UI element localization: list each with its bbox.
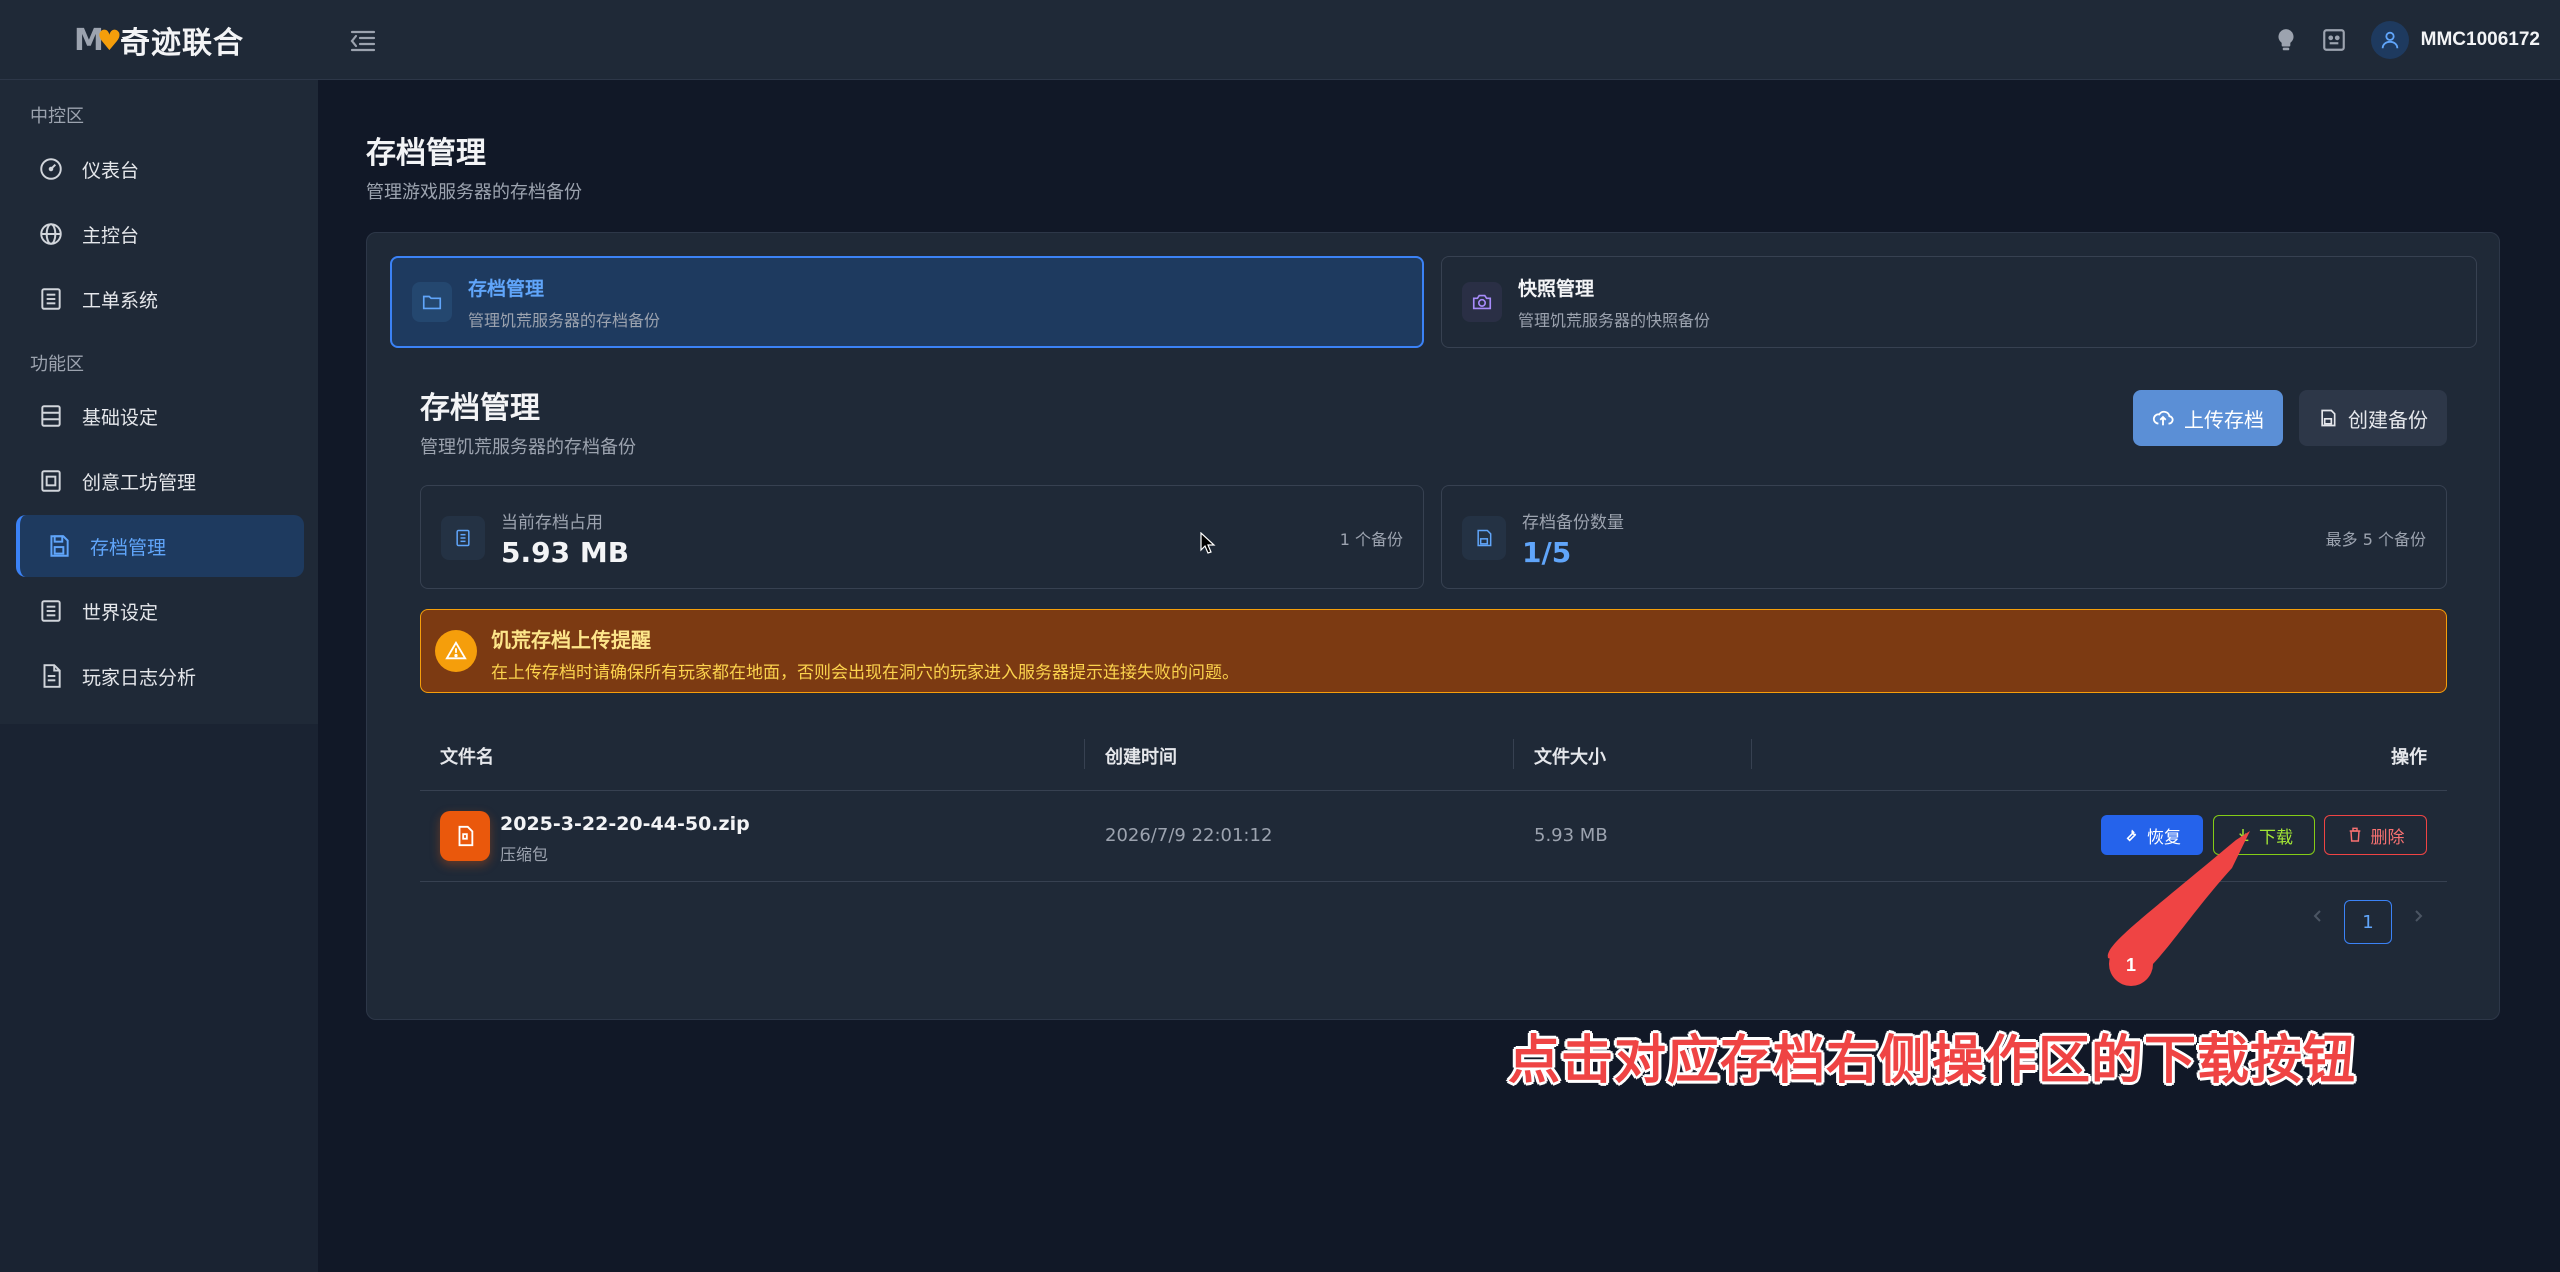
pagination-prev-icon[interactable] <box>2303 901 2333 931</box>
file-name: 2025-3-22-20-44-50.zip <box>500 813 750 835</box>
menu-collapse-icon[interactable] <box>348 26 378 54</box>
count-value: 1/5 <box>1522 536 1572 569</box>
sidebar-item-workshop[interactable]: 创意工坊管理 <box>16 450 304 512</box>
mouse-cursor-icon <box>1200 532 1216 556</box>
trash-icon <box>2347 827 2363 843</box>
restore-button[interactable]: 恢复 <box>2101 815 2203 855</box>
sidebar-item-label: 存档管理 <box>90 536 167 559</box>
sidebar-item-dashboard[interactable]: 仪表台 <box>16 138 304 200</box>
tab-save-management[interactable]: 存档管理 管理饥荒服务器的存档备份 <box>390 256 1424 348</box>
create-backup-button[interactable]: 创建备份 <box>2299 390 2447 446</box>
file-type: 压缩包 <box>500 845 549 864</box>
storage-icon <box>441 516 485 560</box>
download-label: 下载 <box>2259 827 2293 848</box>
annotation-caption: 点击对应存档右侧操作区的下载按钮 <box>1508 1031 2357 1091</box>
tab-description: 管理饥荒服务器的快照备份 <box>1518 310 1711 330</box>
page-subtitle: 管理游戏服务器的存档备份 <box>366 182 582 203</box>
bulb-icon[interactable] <box>2273 27 2299 53</box>
sidebar-item-label: 仪表台 <box>82 159 140 182</box>
column-header-filename[interactable]: 文件名 <box>440 743 494 769</box>
zip-file-icon <box>440 811 490 861</box>
upload-warning-banner: 饥荒存档上传提醒 在上传存档时请确保所有玩家都在地面，否则会出现在洞穴的玩家进入… <box>420 609 2447 693</box>
server-icon <box>38 403 64 429</box>
sidebar-item-label: 创意工坊管理 <box>82 471 197 494</box>
save-icon <box>46 533 72 559</box>
sidebar-section-control: 中控区 <box>30 106 84 127</box>
pagination-page-1[interactable]: 1 <box>2344 900 2392 944</box>
sidebar-item-label: 工单系统 <box>82 289 159 312</box>
tab-description: 管理饥荒服务器的存档备份 <box>468 310 661 330</box>
globe-icon <box>38 221 64 247</box>
storage-label: 当前存档占用 <box>501 513 603 533</box>
sidebar-item-basic-settings[interactable]: 基础设定 <box>16 385 304 447</box>
pagination-next-icon[interactable] <box>2403 901 2433 931</box>
table-divider <box>420 790 2447 791</box>
backup-icon <box>2318 408 2338 428</box>
save-management-card: 存档管理 管理饥荒服务器的存档备份 快照管理 管理饥荒服务器的快照备份 存档管理… <box>366 232 2500 1020</box>
sidebar: 中控区 仪表台 主控台 工单系统 功能区 基础设定 创意工坊管理 存档管理 世界… <box>0 80 318 724</box>
upload-save-label: 上传存档 <box>2184 407 2264 432</box>
save-icon <box>1462 516 1506 560</box>
username[interactable]: MMC1006172 <box>2421 29 2540 51</box>
column-header-size[interactable]: 文件大小 <box>1534 743 1606 769</box>
created-time: 2026/7/9 22:01:12 <box>1105 825 1273 846</box>
avatar[interactable] <box>2370 21 2409 59</box>
logo[interactable]: M ♥ 奇迹联合 <box>0 0 318 80</box>
tab-title: 快照管理 <box>1518 277 1595 300</box>
warning-title: 饥荒存档上传提醒 <box>491 628 651 652</box>
delete-button[interactable]: 删除 <box>2324 815 2427 855</box>
sidebar-item-console[interactable]: 主控台 <box>16 203 304 265</box>
list-icon <box>38 598 64 624</box>
count-label: 存档备份数量 <box>1522 513 1624 533</box>
backup-count-note: 1 个备份 <box>1339 530 1403 549</box>
sidebar-item-tickets[interactable]: 工单系统 <box>16 268 304 330</box>
storage-value: 5.93 MB <box>501 536 630 569</box>
warning-icon <box>435 630 477 672</box>
sidebar-section-function: 功能区 <box>30 354 84 375</box>
page-title: 存档管理 <box>366 136 486 171</box>
sidebar-item-player-logs[interactable]: 玩家日志分析 <box>16 645 304 707</box>
tab-title: 存档管理 <box>468 277 545 300</box>
cloud-upload-icon <box>2152 407 2174 429</box>
logo-text: 奇迹联合 <box>119 26 244 61</box>
sidebar-item-world-settings[interactable]: 世界设定 <box>16 580 304 642</box>
column-divider <box>1751 739 1752 769</box>
sidebar-item-label: 基础设定 <box>82 406 159 429</box>
folder-icon <box>412 282 452 322</box>
list-icon <box>38 286 64 312</box>
wrench-icon <box>2123 827 2139 843</box>
upload-save-button[interactable]: 上传存档 <box>2133 390 2283 446</box>
backup-count-card: 存档备份数量 1/5 最多 5 个备份 <box>1441 485 2447 589</box>
sidebar-item-label: 主控台 <box>82 224 140 247</box>
download-button[interactable]: 下载 <box>2213 815 2315 855</box>
column-divider <box>1084 739 1085 769</box>
top-header: M ♥ 奇迹联合 MMC1006172 <box>0 0 2560 80</box>
restore-label: 恢复 <box>2147 827 2181 848</box>
sidebar-item-label: 世界设定 <box>82 601 159 624</box>
tab-snapshot-management[interactable]: 快照管理 管理饥荒服务器的快照备份 <box>1441 256 2477 348</box>
file-size: 5.93 MB <box>1534 825 1608 846</box>
download-icon <box>2235 827 2251 843</box>
max-backup-note: 最多 5 个备份 <box>2325 530 2426 549</box>
document-icon <box>38 663 64 689</box>
column-header-actions: 操作 <box>2391 747 2427 768</box>
dashboard-icon <box>38 156 64 182</box>
screen-icon[interactable] <box>2321 27 2347 53</box>
logo-heart-icon: ♥ <box>96 23 122 57</box>
warning-text: 在上传存档时请确保所有玩家都在地面，否则会出现在洞穴的玩家进入服务器提示连接失败… <box>491 663 1239 683</box>
sidebar-item-save-management[interactable]: 存档管理 <box>16 515 304 577</box>
column-header-created[interactable]: 创建时间 <box>1105 743 1177 769</box>
sidebar-item-label: 玩家日志分析 <box>82 666 197 689</box>
create-backup-label: 创建备份 <box>2348 407 2428 432</box>
camera-icon <box>1462 282 1502 322</box>
section-subtitle: 管理饥荒服务器的存档备份 <box>420 437 636 458</box>
delete-label: 删除 <box>2370 827 2405 848</box>
sidebar-empty-area <box>0 724 318 1272</box>
workshop-icon <box>38 468 64 494</box>
section-title: 存档管理 <box>420 391 540 426</box>
table-divider <box>420 881 2447 882</box>
storage-usage-card: 当前存档占用 5.93 MB 1 个备份 <box>420 485 1424 589</box>
column-divider <box>1513 739 1514 769</box>
